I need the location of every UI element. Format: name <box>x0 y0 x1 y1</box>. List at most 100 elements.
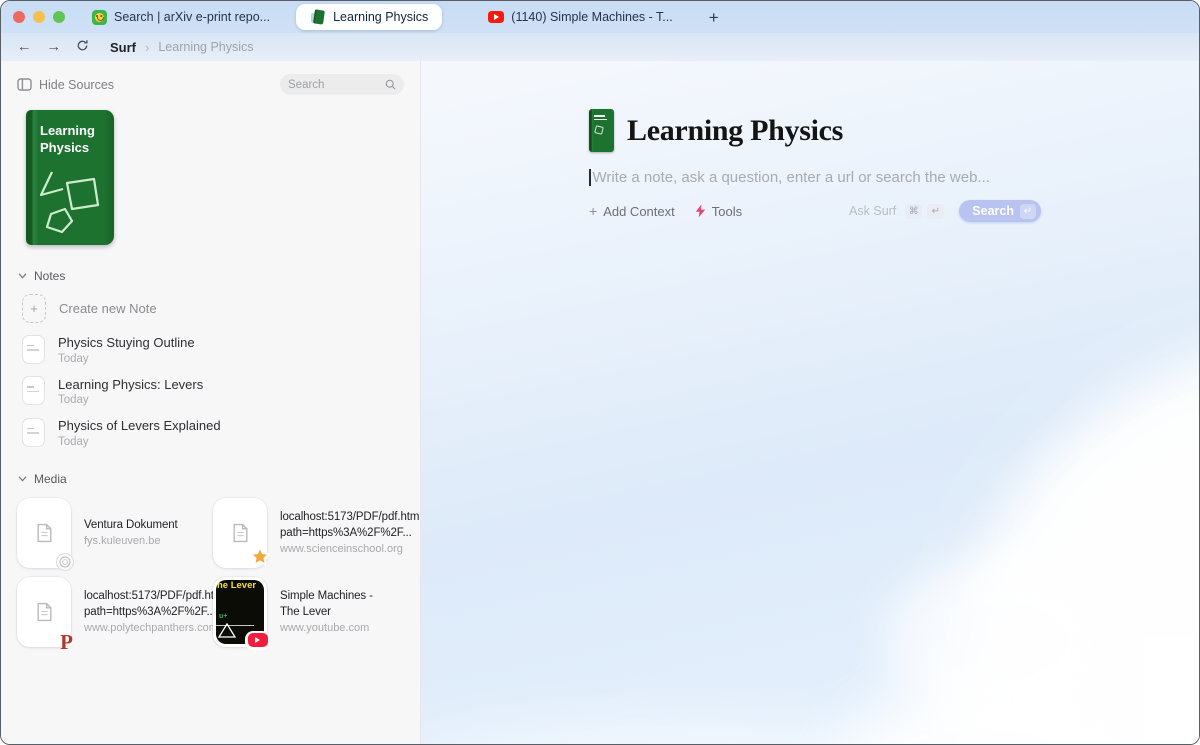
create-note-label: Create new Note <box>59 301 157 316</box>
hide-sources-button[interactable]: Hide Sources <box>17 78 114 92</box>
forward-button[interactable]: → <box>47 40 62 55</box>
back-button[interactable]: ← <box>17 40 32 55</box>
note-date: Today <box>58 394 89 407</box>
note-icon <box>22 334 45 364</box>
geometric-shapes-icon <box>39 171 100 234</box>
document-card <box>17 497 74 571</box>
cmd-key-icon: ⌘ <box>905 203 923 219</box>
window-controls <box>13 11 65 23</box>
notes-section-header[interactable]: Notes <box>1 269 420 283</box>
chevron-down-icon <box>18 273 27 279</box>
note-icon <box>22 417 45 447</box>
note-item[interactable]: Physics Stuying Outline Today <box>22 334 420 365</box>
media-domain: fys.kuleuven.be <box>84 535 161 548</box>
media-item-scienceinschool[interactable]: localhost:5173/PDF/pdf.html path=https%3… <box>213 497 421 568</box>
tab-label: Search | arXiv e-print repo... <box>114 10 271 24</box>
media-domain: www.polytechpanthers.com <box>84 622 218 635</box>
tab-arxiv-search[interactable]: Search | arXiv e-print repo... <box>81 4 280 30</box>
media-title-line2: path=https%3A%2F%2F... <box>84 605 216 618</box>
media-item-youtube-lever[interactable]: he Lever u+ Simple Machines - The Lever … <box>213 576 409 650</box>
note-date: Today <box>58 352 89 365</box>
search-icon <box>385 79 396 90</box>
document-card <box>213 497 270 568</box>
document-icon <box>37 602 51 621</box>
youtube-play-badge <box>245 630 270 650</box>
smiley-favicon-icon <box>91 9 107 25</box>
close-window-button[interactable] <box>13 11 25 23</box>
fulcrum-triangle-icon <box>218 622 236 638</box>
breadcrumb-current: Learning Physics <box>158 40 254 54</box>
video-thumbnail: he Lever u+ <box>213 576 270 650</box>
tab-label: Learning Physics <box>333 10 429 24</box>
notebook-mini-icon <box>589 109 614 152</box>
letter-p-badge: P <box>60 629 73 654</box>
add-context-label: Add Context <box>603 203 675 219</box>
media-title: localhost:5173/PDF/pdf.html <box>84 590 226 603</box>
sidebar-search-input[interactable] <box>288 78 385 91</box>
ask-surf-label: Ask Surf <box>849 204 897 218</box>
media-title-line2: The Lever <box>280 605 331 618</box>
thumbnail-overlay-text: u+ <box>219 612 228 620</box>
breadcrumb-separator: › <box>145 39 150 55</box>
create-new-note-button[interactable]: + Create new Note <box>22 294 420 323</box>
tab-label: (1140) Simple Machines - T... <box>511 10 673 24</box>
fullscreen-window-button[interactable] <box>53 11 65 23</box>
search-button-label: Search <box>972 204 1014 218</box>
tab-youtube-simple-machines[interactable]: (1140) Simple Machines - T... <box>478 4 682 30</box>
main-area: Learning Physics Write a note, ask a que… <box>421 61 1199 744</box>
tab-learning-physics[interactable]: Learning Physics <box>296 4 443 30</box>
add-context-button[interactable]: + Add Context <box>589 204 675 219</box>
tools-button[interactable]: Tools <box>695 204 742 219</box>
page-title: Learning Physics <box>627 113 844 147</box>
composer-placeholder: Write a note, ask a question, enter a ur… <box>592 169 990 186</box>
media-title: localhost:5173/PDF/pdf.html <box>280 511 421 524</box>
return-key-icon: ↵ <box>1020 203 1036 219</box>
tools-label: Tools <box>711 203 743 219</box>
note-item[interactable]: Physics of Levers Explained Today <box>22 417 420 448</box>
note-date: Today <box>58 435 89 448</box>
notebook-cover[interactable]: Learning Physics <box>26 110 114 245</box>
note-title: Learning Physics: Levers <box>58 376 204 392</box>
app-window: Search | arXiv e-print repo... Learning … <box>0 0 1200 745</box>
media-domain: www.scienceinschool.org <box>280 543 403 556</box>
chevron-down-icon <box>18 476 27 482</box>
media-domain: www.youtube.com <box>280 622 370 635</box>
breadcrumb-root[interactable]: Surf <box>110 40 136 55</box>
media-grid: Ventura Dokument fys.kuleuven.be localho… <box>1 486 421 654</box>
media-title-line2: path=https%3A%2F%2F... <box>280 526 412 539</box>
composer-input[interactable]: Write a note, ask a question, enter a ur… <box>589 169 1041 186</box>
media-item-polytechpanthers[interactable]: P localhost:5173/PDF/pdf.html path=https… <box>17 576 226 654</box>
text-caret <box>589 169 591 186</box>
return-key-icon: ↵ <box>927 203 945 219</box>
note-icon <box>22 376 45 406</box>
minimize-window-button[interactable] <box>33 11 45 23</box>
note-title: Physics of Levers Explained <box>58 418 221 434</box>
tab-bar: Search | arXiv e-print repo... Learning … <box>1 1 1199 33</box>
media-item-kuleuven[interactable]: Ventura Dokument fys.kuleuven.be <box>17 497 213 571</box>
composer: Learning Physics Write a note, ask a que… <box>589 109 1041 222</box>
sources-sidebar: Hide Sources Learning Physics <box>1 61 421 744</box>
star-badge-icon <box>247 544 273 575</box>
search-submit-button[interactable]: Search ↵ <box>959 200 1041 222</box>
notebook-favicon-icon <box>310 9 326 25</box>
reload-button[interactable] <box>76 39 89 56</box>
lightning-bolt-icon <box>695 204 705 218</box>
document-icon <box>37 523 51 542</box>
note-title: Physics Stuying Outline <box>58 335 195 350</box>
plus-icon: + <box>22 294 46 323</box>
document-icon <box>233 523 247 542</box>
note-item[interactable]: Learning Physics: Levers Today <box>22 376 420 407</box>
document-card: P <box>17 576 73 654</box>
media-title: Simple Machines - <box>280 590 373 603</box>
notes-header-label: Notes <box>34 269 66 283</box>
plus-icon: + <box>589 203 598 219</box>
notebook-cover-title: Learning Physics <box>40 123 95 155</box>
sidebar-panel-icon <box>17 78 32 91</box>
media-title: Ventura Dokument <box>84 518 178 531</box>
media-section-header[interactable]: Media <box>1 472 420 486</box>
university-seal-icon <box>56 552 74 571</box>
new-tab-button[interactable]: + <box>709 9 719 26</box>
sidebar-search <box>280 74 404 95</box>
reload-icon <box>77 40 88 51</box>
breadcrumb: Surf › Learning Physics <box>110 40 254 55</box>
